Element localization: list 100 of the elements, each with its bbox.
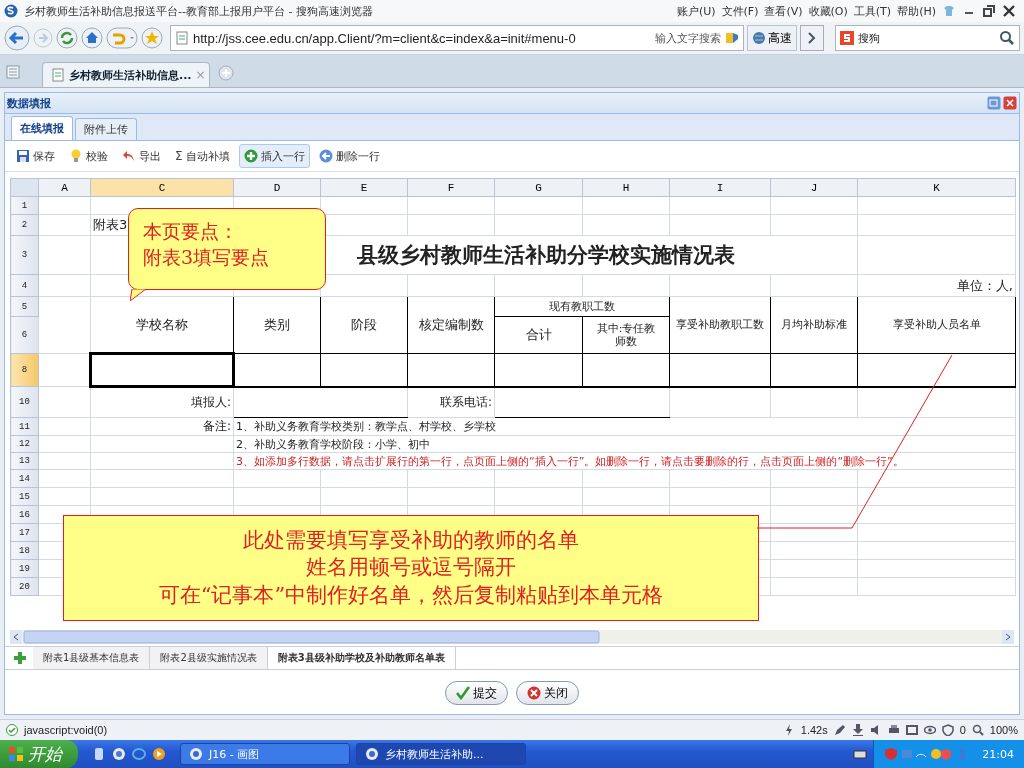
menu-item[interactable]: 文件(F) — [721, 3, 759, 19]
note-text: 1、补助义务教育学校类别：教学点、村学校、乡学校 — [236, 420, 496, 433]
row-header[interactable]: 3 — [10, 235, 39, 275]
add-sheet-icon[interactable] — [13, 651, 27, 665]
table-cell[interactable] — [582, 353, 670, 387]
table-cell[interactable] — [669, 353, 771, 387]
row-header[interactable]: 2 — [10, 214, 39, 236]
printer-icon[interactable] — [887, 724, 900, 736]
column-header[interactable]: D — [233, 178, 321, 197]
row-header[interactable]: 6 — [10, 316, 39, 354]
search-icon[interactable] — [999, 30, 1015, 46]
column-heading: 阶段 — [320, 296, 408, 354]
status-text: javascript:void(0) — [24, 724, 108, 736]
search-field[interactable]: 搜狗 — [835, 25, 1020, 51]
column-header[interactable]: C — [90, 178, 234, 197]
delete-button[interactable]: 删除一行 — [313, 144, 385, 168]
refresh-icon[interactable] — [56, 27, 78, 49]
horizontal-scrollbar[interactable] — [10, 630, 1014, 644]
zoom-icon[interactable] — [971, 724, 984, 736]
column-heading: 核定编制数 — [407, 296, 495, 354]
back-icon[interactable] — [4, 25, 30, 51]
tab-title: 乡村教师生活补助信息... — [69, 67, 192, 83]
menu-item[interactable]: 帮助(H) — [897, 3, 936, 19]
column-heading: 合计 — [494, 316, 583, 354]
table-cell[interactable] — [320, 353, 408, 387]
blocked-count: 0 — [959, 724, 966, 736]
row-header[interactable]: 10 — [10, 386, 39, 418]
window-title: 乡村教师生活补助信息报送平台--教育部上报用户平台 - 搜狗高速浏览器 — [24, 3, 373, 19]
table-cell[interactable] — [770, 353, 858, 387]
sidebar-toggle-icon[interactable] — [6, 65, 20, 79]
table-cell[interactable] — [233, 353, 321, 387]
menu-item[interactable]: 工具(T) — [853, 3, 892, 19]
column-header[interactable]: G — [494, 178, 583, 197]
column-header[interactable]: A — [38, 178, 91, 197]
unit-label: 单位：人, — [857, 274, 1016, 297]
save-button[interactable]: 保存 — [11, 144, 60, 168]
column-heading: 现有教职工数 — [494, 296, 670, 317]
page-icon — [175, 31, 189, 45]
close-button[interactable]: 关闭 — [516, 681, 579, 705]
close-icon[interactable] — [1002, 4, 1016, 18]
restore-icon[interactable] — [982, 4, 996, 18]
export-button[interactable]: 导出 — [117, 144, 166, 168]
insert-button[interactable]: 插入一行 — [238, 144, 310, 168]
plus-icon — [243, 149, 258, 163]
sum-button[interactable]: Σ 自动补填 — [170, 144, 235, 168]
phone-field[interactable] — [494, 386, 670, 418]
app-icon — [189, 747, 203, 761]
sogou-logo-icon — [840, 31, 854, 45]
quick-launch-icon[interactable] — [92, 747, 106, 761]
table-cell[interactable] — [857, 353, 1016, 387]
speed-button[interactable]: 高速 — [747, 25, 797, 51]
checkmark-icon — [456, 686, 470, 700]
reporter-field[interactable] — [233, 386, 408, 418]
media-icon[interactable] — [152, 747, 166, 761]
download-icon[interactable] — [851, 724, 864, 736]
check-button[interactable]: 校验 — [64, 144, 113, 168]
menu-item[interactable]: 查看(V) — [764, 3, 803, 19]
start-button[interactable]: 开始 — [0, 740, 78, 768]
quick-launch-icon[interactable] — [112, 747, 126, 761]
column-heading: 类别 — [233, 296, 321, 354]
column-header[interactable]: J — [770, 178, 858, 197]
window-icon[interactable] — [905, 724, 918, 736]
pen-icon[interactable] — [833, 724, 846, 736]
column-header[interactable]: H — [582, 178, 670, 197]
menu-item[interactable]: 账户(U) — [676, 3, 716, 19]
row-header[interactable]: 5 — [10, 296, 39, 317]
row-header[interactable]: 4 — [10, 274, 39, 297]
form-tab[interactable]: 在线填报 — [11, 116, 73, 140]
menu-item[interactable]: 收藏(O) — [808, 3, 848, 19]
table-cell[interactable] — [494, 353, 583, 387]
column-header[interactable]: E — [320, 178, 408, 197]
browser-icon[interactable] — [132, 747, 146, 761]
note-text: 3、如添加多行数据，请点击扩展行的第一行，点页面上侧的“插入一行”。如删除一行，请点击要删除的行，点击页面上侧的“删除一行”。 — [236, 454, 904, 468]
chevron-right-icon[interactable] — [800, 25, 824, 51]
form-tab[interactable]: 附件上传 — [75, 118, 137, 140]
sheet-tab[interactable]: 附表2县级实施情况表 — [150, 647, 268, 669]
address-field[interactable]: http://jss.cee.edu.cn/app.Client/?m=client&c=index&a=init#menu-0 输入文字搜索 — [170, 25, 744, 51]
sheet-tab[interactable]: 附表1县级基本信息表 — [33, 647, 151, 669]
close-icon — [527, 686, 541, 700]
table-cell[interactable] — [90, 353, 234, 387]
curved-arrow-icon — [122, 149, 136, 163]
eye-icon[interactable] — [923, 724, 936, 736]
home-icon[interactable] — [81, 27, 103, 49]
globe-icon — [752, 31, 766, 45]
back-arrow-icon — [318, 149, 333, 163]
browser-tab[interactable]: 乡村教师生活补助信息... × — [42, 62, 210, 87]
windows-logo-icon — [8, 746, 24, 762]
table-cell[interactable] — [407, 353, 495, 387]
row-header[interactable]: 8 — [10, 353, 39, 387]
taskbar-button[interactable]: 乡村教师生活补助... — [356, 743, 526, 765]
light-bulb-icon — [69, 149, 83, 163]
column-header[interactable]: F — [407, 178, 495, 197]
column-header[interactable]: K — [857, 178, 1016, 197]
keyboard-icon[interactable] — [853, 747, 868, 761]
submit-button[interactable]: 提交 — [445, 681, 508, 705]
reporter-label: 填报人: — [90, 386, 234, 418]
zoom-level: 100% — [989, 724, 1018, 736]
column-header[interactable]: I — [669, 178, 771, 197]
taskbar-button[interactable]: J16 - 画图 — [180, 743, 350, 765]
search-hint: 输入文字搜索 — [655, 30, 721, 46]
